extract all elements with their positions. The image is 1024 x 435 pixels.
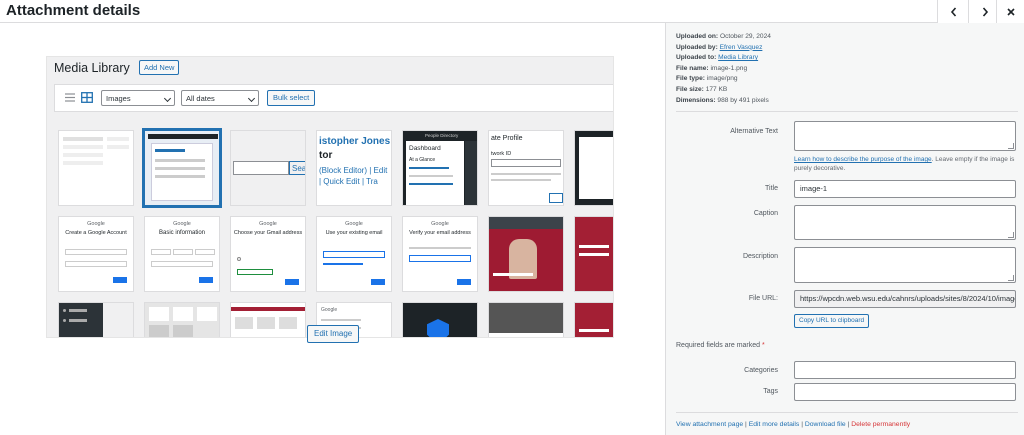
thumbnail: ate Profile twork ID — [488, 130, 564, 206]
categories-label: Categories — [744, 367, 778, 374]
thumbnail: Google Create a Google Account — [58, 216, 134, 292]
uploaded-to-row: Uploaded to: Media Library — [676, 54, 759, 62]
thumbnail: Searc — [230, 130, 306, 206]
alt-text-label: Alternative Text — [730, 128, 778, 135]
description-label: Description — [742, 253, 778, 260]
chevron-right-icon — [982, 6, 988, 17]
thumbnail — [58, 302, 134, 337]
grid-view-icon — [81, 92, 93, 103]
alt-text-help: Learn how to describe the purpose of the… — [794, 156, 1015, 172]
divider — [676, 412, 1018, 413]
file-size-row: File size: 177 KB — [676, 85, 728, 93]
title-label: Title — [765, 185, 778, 192]
caption-field[interactable] — [794, 205, 1016, 240]
file-url-field[interactable]: https://wpcdn.web.wsu.edu/cahnrs/uploads… — [794, 290, 1016, 308]
tags-field[interactable] — [794, 383, 1016, 401]
media-toolbar-in-image: Images All dates Bulk select — [54, 84, 613, 112]
alt-text-field[interactable] — [794, 121, 1016, 151]
bulk-select-in-image: Bulk select — [267, 90, 316, 106]
thumbnail — [574, 302, 613, 337]
delete-permanently-link[interactable]: Delete permanently — [851, 421, 910, 428]
attachment-preview-area: Media Library Add New Images All dates B… — [0, 23, 665, 435]
close-button[interactable] — [996, 0, 1024, 23]
thumbnail-selected — [142, 128, 222, 208]
download-file-link[interactable]: Download file — [805, 421, 846, 428]
tags-label: Tags — [763, 388, 778, 395]
modal-title: Attachment details — [6, 2, 141, 19]
chevron-left-icon — [950, 6, 956, 17]
list-view-icon — [65, 93, 75, 102]
uploaded-to-link[interactable]: Media Library — [718, 54, 758, 61]
modal-header: Attachment details — [0, 0, 1024, 23]
thumbnail — [58, 130, 134, 206]
previous-button[interactable] — [937, 0, 969, 23]
categories-field[interactable] — [794, 361, 1016, 379]
thumbnail: Google Choose your Gmail address — [230, 216, 306, 292]
thumbnail — [230, 302, 306, 337]
media-library-heading: Media Library — [54, 61, 130, 75]
attachment-image: Media Library Add New Images All dates B… — [46, 56, 614, 338]
type-filter-in-image: Images — [101, 90, 175, 106]
thumbnail: istopher Jones – tor (Block Editor) | Ed… — [316, 130, 392, 206]
uploaded-by-row: Uploaded by: Efren Vasquez — [676, 43, 763, 51]
thumbnail — [574, 130, 613, 206]
uploaded-by-link[interactable]: Efren Vasquez — [720, 44, 763, 51]
thumbnail — [574, 216, 613, 292]
thumbnail — [488, 216, 564, 292]
view-attachment-link[interactable]: View attachment page — [676, 421, 743, 428]
attachment-details-panel: Uploaded on: October 29, 2024 Uploaded b… — [665, 23, 1024, 435]
thumbnail: Google Basic information — [144, 216, 220, 292]
thumbnail — [144, 302, 220, 337]
file-name-row: File name: image-1.png — [676, 64, 748, 72]
required-note: Required fields are marked * — [676, 342, 765, 349]
file-url-label: File URL: — [748, 295, 778, 302]
file-type-row: File type: image/png — [676, 75, 738, 83]
file-metadata: Uploaded on: October 29, 2024 Uploaded b… — [676, 32, 771, 106]
close-icon — [1006, 7, 1015, 16]
add-new-button-in-image: Add New — [139, 60, 180, 75]
caption-label: Caption — [753, 210, 778, 217]
thumbnail: People Directory Dashboard At a Glance — [402, 130, 478, 206]
uploaded-on-row: Uploaded on: October 29, 2024 — [676, 33, 771, 40]
description-field[interactable] — [794, 247, 1016, 283]
divider — [676, 111, 1018, 112]
thumbnail: Google Use your existing email — [316, 216, 392, 292]
thumbnail — [402, 302, 478, 337]
thumbnail — [488, 302, 564, 337]
dimensions-row: Dimensions: 988 by 491 pixels — [676, 96, 769, 104]
attachment-actions: View attachment page | Edit more details… — [676, 421, 911, 428]
alt-text-help-link[interactable]: Learn how to describe the purpose of the… — [794, 156, 932, 163]
edit-image-button[interactable]: Edit Image — [307, 325, 360, 343]
edit-details-link[interactable]: Edit more details — [749, 421, 800, 428]
title-field[interactable]: image-1 — [794, 180, 1016, 198]
thumbnail: Google Verify your email address — [402, 216, 478, 292]
copy-url-button[interactable]: Copy URL to clipboard — [794, 314, 870, 328]
date-filter-in-image: All dates — [181, 90, 259, 106]
